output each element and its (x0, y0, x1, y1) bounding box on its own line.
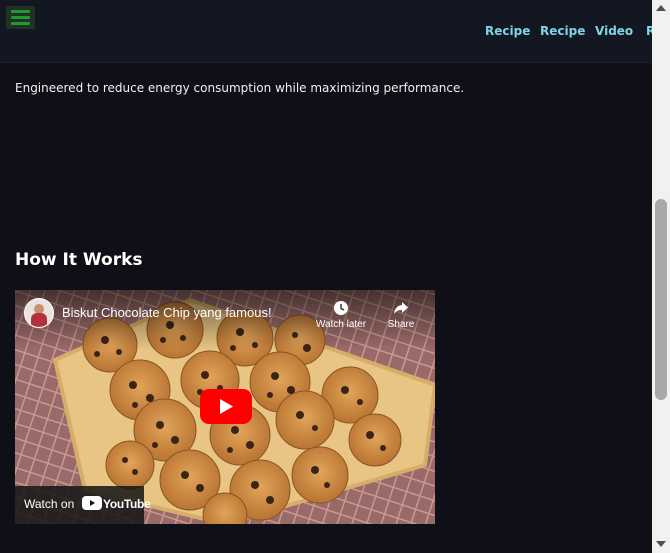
share-button[interactable]: Share (373, 300, 429, 330)
nav-link-video[interactable]: Video (595, 24, 633, 38)
video-title[interactable]: Biskut Chocolate Chip yang famous! (62, 305, 272, 320)
page: Recipe Recipe Video R Engineered to redu… (0, 0, 670, 553)
youtube-video-embed[interactable]: Biskut Chocolate Chip yang famous! Watch… (15, 290, 435, 524)
hamburger-menu-icon[interactable] (6, 6, 35, 29)
channel-avatar[interactable] (24, 298, 54, 328)
watch-on-label: Watch on (24, 497, 75, 511)
share-label: Share (387, 319, 415, 330)
scroll-up-arrow-icon[interactable] (656, 5, 666, 11)
watch-on-youtube-button[interactable]: Watch on YouTube (15, 486, 151, 524)
share-icon (394, 302, 408, 314)
vertical-scrollbar[interactable] (652, 0, 670, 553)
tagline-text: Engineered to reduce energy consumption … (15, 81, 465, 95)
youtube-wordmark: YouTube (103, 497, 151, 511)
nav-link-recipe-1[interactable]: Recipe (485, 24, 530, 38)
scroll-down-arrow-icon[interactable] (656, 541, 666, 547)
play-icon[interactable] (200, 389, 252, 424)
section-title-how-it-works: How It Works (15, 250, 143, 270)
watch-later-label: Watch later (315, 319, 367, 330)
site-header: Recipe Recipe Video R (0, 0, 655, 63)
scrollbar-thumb[interactable] (655, 199, 667, 400)
youtube-logo-icon (82, 496, 102, 510)
watch-later-button[interactable]: Watch later (313, 300, 369, 330)
clock-icon (334, 301, 348, 315)
video-top-shade (15, 290, 435, 350)
nav-link-recipe-2[interactable]: Recipe (540, 24, 585, 38)
